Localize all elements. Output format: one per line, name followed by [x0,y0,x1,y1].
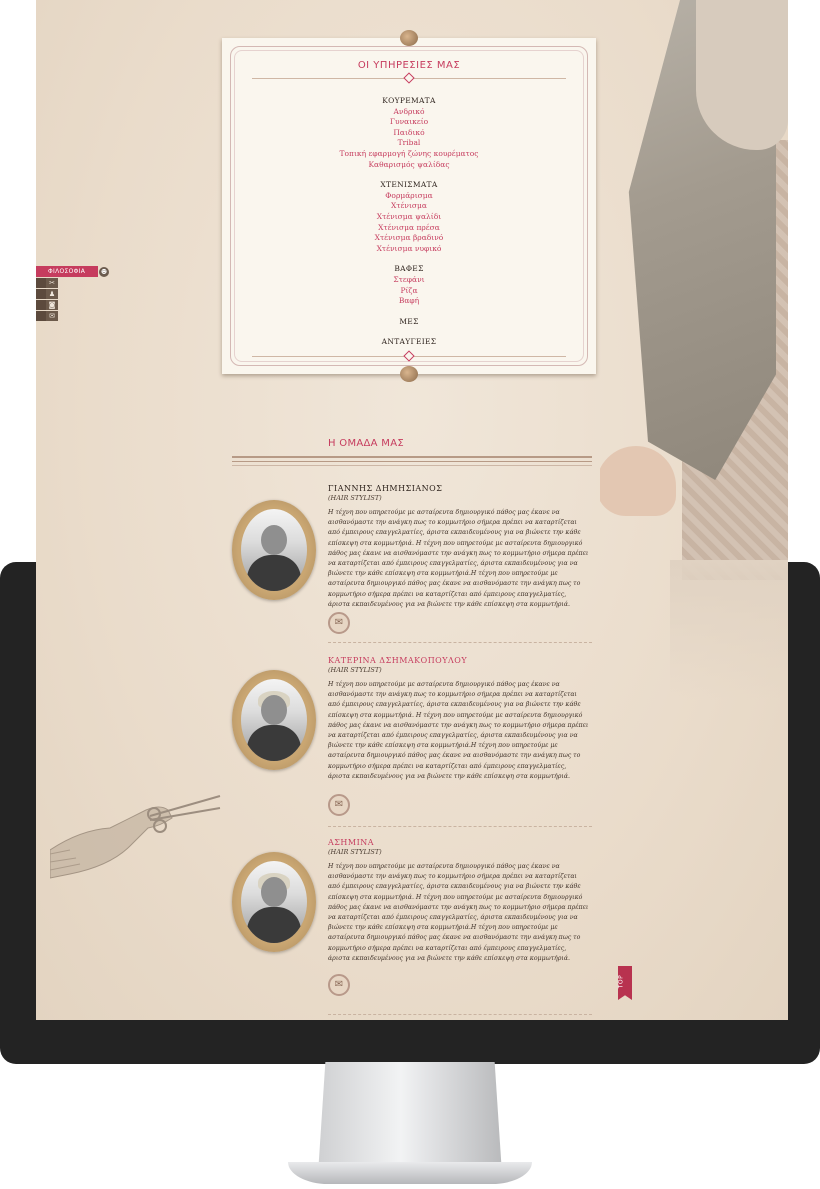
service-heading: ΒΑΦΕΣ [394,264,424,274]
service-item[interactable]: Χτένισμα [222,201,596,212]
model-photo [600,0,788,700]
service-item[interactable]: Βαφή [222,296,596,307]
team-member: ΓΙΑΝΝΗΣ ΔΗΜΗΣΙΑΝΟΣ (HAIR STYLIST) Η τέχν… [232,484,592,650]
nav-team[interactable]: ♟ [36,289,58,299]
head-icon: ☻ [99,266,109,277]
member-role: (HAIR STYLIST) [328,494,382,502]
service-item[interactable]: Tribal [222,138,596,149]
member-divider [328,642,592,643]
nav-contact[interactable]: ✉ [36,311,58,321]
member-bio: Η τέχνη που υπηρετούμε με ασταίρευτα δημ… [328,509,589,608]
service-item[interactable]: Φορμάρισμα [222,191,596,202]
member-bio: Η τέχνη που υπηρετούμε με ασταίρευτα δημ… [328,863,589,962]
service-item[interactable]: Ανδρικό [222,107,596,118]
member-role: (HAIR STYLIST) [328,848,382,856]
mail-button[interactable]: ✉ [328,974,350,996]
service-group: ΚΟΥΡΕΜΑΤΑ Ανδρικό Γυναικείο Παιδικό Tribal Το… [222,96,596,170]
service-heading: ΚΟΥΡΕΜΑΤΑ [382,96,436,105]
member-name: ΓΙΑΝΝΗΣ ΔΗΜΗΣΙΑΝΟΣ [328,484,443,493]
member-divider [328,826,592,827]
team-member: ΚΑΤΕΡΙΝΑ ΔΣΗΜΑΚΟΠΟΥΛΟΥ (HAIR STYLIST) Η … [232,656,592,832]
mail-button[interactable]: ✉ [328,612,350,634]
services-title: ΟΙ ΥΠΗΡΕΣΙΕΣ ΜΑΣ [357,60,461,71]
service-item[interactable]: Γυναικείο [222,117,596,128]
service-item[interactable]: Παιδικό [222,128,596,139]
portrait-frame [232,500,316,600]
team-title: Η ΟΜΑΔΑ ΜΑΣ [328,438,404,449]
service-group: ΑΝΤΑΥΓΕΙΕΣ [222,337,596,348]
envelope-icon: ✉ [334,979,344,990]
member-name: ΑΣΗΜΙΝΑ [328,838,375,847]
ornament-divider [252,350,566,362]
service-group: ΧΤΕΝΙΣΜΑΤΑ Φορμάρισμα Χτένισμα Χτένισμα ψαλ… [222,180,596,254]
member-role: (HAIR STYLIST) [328,666,382,674]
ornament-divider [252,72,566,84]
pin-icon [400,366,418,382]
nav-philosophy[interactable]: ΦΙΛΟΣΟΦΙΑ ☻ [36,266,109,277]
member-name: ΚΑΤΕΡΙΝΑ ΔΣΗΜΑΚΟΠΟΥΛΟΥ [328,656,468,665]
service-group: ΒΑΦΕΣ Στεφάνι Ρίζα Βαφή [222,264,596,306]
team-icon: ♟ [46,289,58,299]
service-item[interactable]: Στεφάνι [222,275,596,286]
envelope-icon: ✉ [334,799,344,810]
nav-services[interactable]: ✂ [36,278,58,288]
member-bio: Η τέχνη που υπηρετούμε με ασταίρευτα δημ… [328,681,589,780]
monitor-base [288,1162,532,1184]
team-member: ΑΣΗΜΙΝΑ (HAIR STYLIST) Η τέχνη που υπηρε… [232,838,592,1015]
back-to-top-label: TOP [617,974,625,989]
mail-button[interactable]: ✉ [328,794,350,816]
hand-scissors-illustration [50,795,221,879]
envelope-icon: ✉ [334,617,344,628]
service-heading: ΜΕΣ [399,316,419,326]
service-group: ΜΕΣ [222,317,596,328]
service-item[interactable]: Χτένισμα βραδινό [222,233,596,244]
services-card: ΟΙ ΥΠΗΡΕΣΙΕΣ ΜΑΣ ΚΟΥΡΕΜΑΤΑ Ανδρικό Γυναικε… [222,30,596,382]
member-divider [328,1014,592,1015]
service-item[interactable]: Ρίζα [222,286,596,297]
service-item[interactable]: Χτένισμα νυφικό [222,244,596,255]
service-heading: ΑΝΤΑΥΓΕΙΕΣ [381,337,437,347]
scissors-icon: ✂ [46,278,58,288]
service-item[interactable]: Χτένισμα ψαλίδι [222,212,596,223]
webpage: ΦΙΛΟΣΟΦΙΑ ☻ ✂ ♟ ◙ ✉ ΟΙ ΥΠΗΡΕΣΙΕΣ ΜΑΣ ΚΟΥ… [36,0,788,1020]
team-divider [232,456,592,466]
service-item[interactable]: Τοπική εφαρμογή ζώνης κουρέματος [222,149,596,160]
monitor-stand [318,1062,502,1174]
services-list: ΚΟΥΡΕΜΑΤΑ Ανδρικό Γυναικείο Παιδικό Tribal Το… [222,96,596,358]
portrait-frame [232,852,316,952]
mail-icon: ✉ [46,311,58,321]
pin-icon [400,30,418,46]
back-to-top-button[interactable]: TOP [618,966,632,1000]
nav-gallery[interactable]: ◙ [36,300,58,310]
camera-icon: ◙ [46,300,58,310]
portrait-frame [232,670,316,770]
nav-philosophy-label: ΦΙΛΟΣΟΦΙΑ [36,266,98,277]
side-navigation: ΦΙΛΟΣΟΦΙΑ ☻ ✂ ♟ ◙ ✉ [36,266,109,321]
service-heading: ΧΤΕΝΙΣΜΑΤΑ [380,180,438,190]
service-item[interactable]: Καθαρισμός ψαλίδας [222,160,596,171]
service-item[interactable]: Χτένισμα πρέσα [222,223,596,234]
